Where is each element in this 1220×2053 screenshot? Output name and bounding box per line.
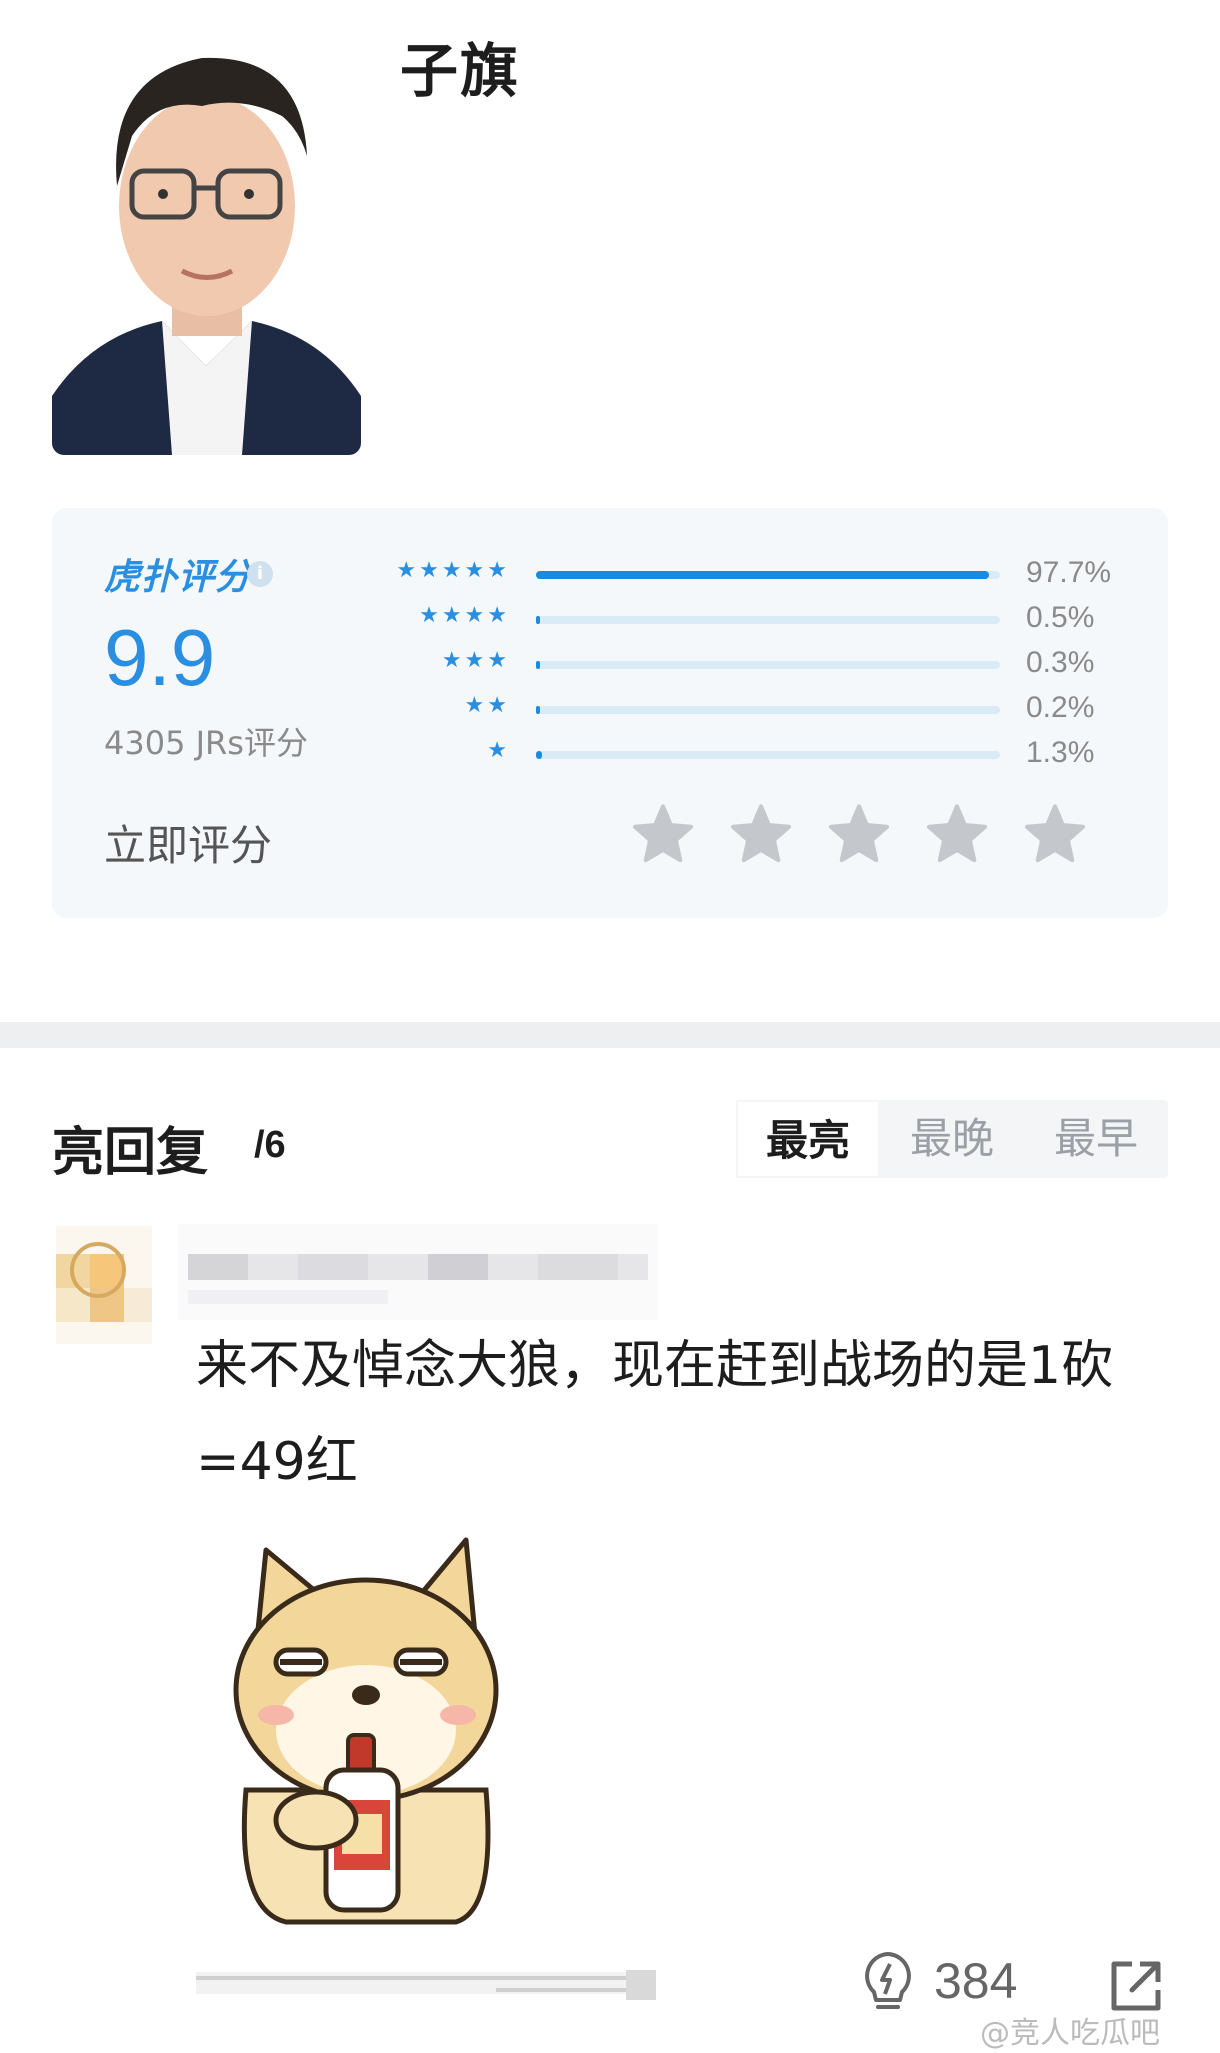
rating-row-3-star: ★★★ 0.3% bbox=[370, 646, 1130, 686]
rating-bar-track bbox=[536, 751, 1000, 759]
rating-percent: 0.3% bbox=[1026, 646, 1095, 679]
replies-title: 亮回复 bbox=[52, 1123, 209, 1183]
sort-tabs: 最亮 最晚 最早 bbox=[736, 1100, 1168, 1178]
username-blurred bbox=[178, 1224, 658, 1320]
star-icon[interactable] bbox=[1020, 800, 1090, 870]
rating-bar-track bbox=[536, 571, 1000, 579]
profile-name: 子旗 bbox=[400, 37, 521, 105]
star-icon[interactable] bbox=[628, 800, 698, 870]
rating-bar-fill bbox=[536, 706, 540, 714]
rating-row-1-star: ★ 1.3% bbox=[370, 736, 1130, 776]
comment-text: 来不及悼念大狼，现在赶到战场的是1砍=49红 bbox=[196, 1336, 1114, 1492]
rating-row-4-star: ★★★★ 0.5% bbox=[370, 601, 1130, 641]
share-icon[interactable] bbox=[1108, 1958, 1164, 2014]
profile-photo bbox=[52, 36, 361, 455]
lightbulb-icon[interactable] bbox=[860, 1950, 916, 2014]
section-divider bbox=[0, 1022, 1220, 1048]
star-icon: ★★★★ bbox=[419, 603, 510, 628]
replies-count: /6 bbox=[254, 1124, 286, 1166]
rating-bar-fill bbox=[536, 751, 543, 759]
avatar[interactable] bbox=[56, 1226, 152, 1344]
rating-count: 4305 JRs评分 bbox=[104, 724, 308, 762]
star-icon[interactable] bbox=[922, 800, 992, 870]
rating-bar-fill bbox=[536, 661, 540, 669]
rating-percent: 97.7% bbox=[1026, 556, 1112, 589]
star-icon: ★★★★★ bbox=[396, 558, 510, 583]
rate-now-label: 立即评分 bbox=[104, 821, 273, 870]
watermark: @竞人吃瓜吧 bbox=[980, 2016, 1160, 2051]
star-icon: ★★ bbox=[464, 693, 510, 718]
rating-score: 9.9 bbox=[104, 613, 216, 702]
rating-bar-track bbox=[536, 616, 1000, 624]
tab-earliest[interactable]: 最早 bbox=[1024, 1100, 1168, 1178]
blurred-footer-text bbox=[196, 1964, 656, 2004]
dog-sticker-image bbox=[196, 1530, 530, 1930]
star-icon[interactable] bbox=[726, 800, 796, 870]
tab-latest[interactable]: 最晚 bbox=[880, 1100, 1024, 1178]
rating-bar-fill bbox=[536, 571, 990, 579]
rating-bar-track bbox=[536, 661, 1000, 669]
rating-row-5-star: ★★★★★ 97.7% bbox=[370, 556, 1130, 596]
like-count: 384 bbox=[934, 1953, 1018, 2009]
star-icon: ★★★ bbox=[441, 648, 510, 673]
star-icon[interactable] bbox=[824, 800, 894, 870]
tab-brightest[interactable]: 最亮 bbox=[736, 1100, 880, 1178]
info-icon[interactable]: i bbox=[247, 561, 273, 587]
rating-bar-track bbox=[536, 706, 1000, 714]
rating-brand: 虎扑评分® bbox=[104, 557, 268, 598]
rating-percent: 0.5% bbox=[1026, 601, 1095, 634]
star-icon: ★ bbox=[487, 738, 510, 763]
rating-percent: 0.2% bbox=[1026, 691, 1095, 724]
rating-bar-fill bbox=[536, 616, 540, 624]
rating-percent: 1.3% bbox=[1026, 736, 1095, 769]
rating-row-2-star: ★★ 0.2% bbox=[370, 691, 1130, 731]
